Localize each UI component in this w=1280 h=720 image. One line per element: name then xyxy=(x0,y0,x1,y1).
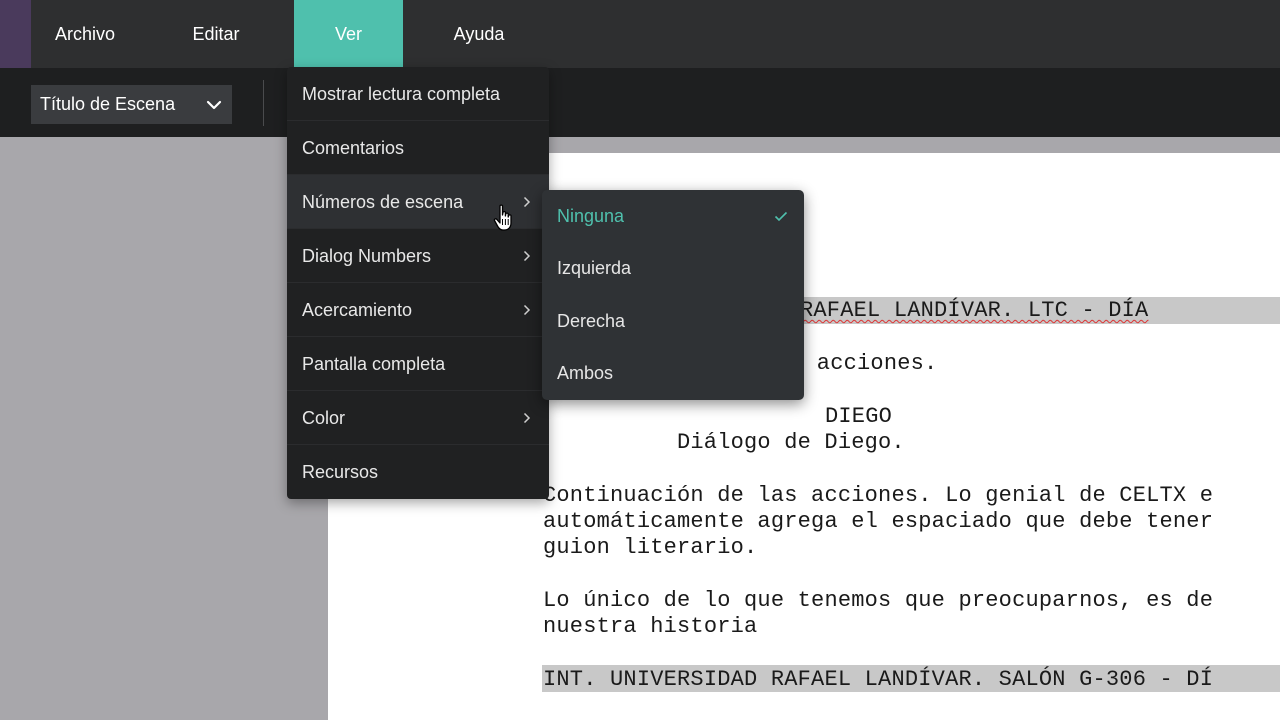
scene-heading[interactable]: INT. UNIVERSIDAD RAFAEL LANDÍVAR. SALÓN … xyxy=(543,667,1213,692)
dialogue-line[interactable]: Diálogo de Diego. xyxy=(677,430,905,455)
menu-item-color[interactable]: Color xyxy=(287,391,549,445)
action-line[interactable]: guion literario. xyxy=(543,535,757,560)
menu-item-pantalla-completa[interactable]: Pantalla completa xyxy=(287,337,549,391)
element-type-value: Título de Escena xyxy=(40,94,176,114)
action-line[interactable]: nuestra historia xyxy=(543,614,757,639)
menu-editar[interactable]: Editar xyxy=(162,0,270,68)
menu-item-mostrar-lectura[interactable]: Mostrar lectura completa xyxy=(287,67,549,121)
menu-item-label: Mostrar lectura completa xyxy=(302,84,501,104)
scene-heading-text: RAFAEL LANDÍVAR. LTC - DÍA xyxy=(800,298,1149,323)
action-line[interactable]: automáticamente agrega el espaciado que … xyxy=(543,509,1213,534)
submenu-item-label: Ambos xyxy=(557,363,614,383)
menu-ver[interactable]: Ver xyxy=(294,0,403,68)
chevron-right-icon xyxy=(523,391,531,445)
menu-item-recursos[interactable]: Recursos xyxy=(287,445,549,499)
chevron-right-icon xyxy=(523,229,531,283)
submenu-item-label: Ninguna xyxy=(557,206,625,226)
submenu-item-ninguna[interactable]: Ninguna xyxy=(542,190,804,242)
menu-item-label: Color xyxy=(302,408,346,428)
chevron-down-icon xyxy=(206,85,222,124)
menu-item-label: Dialog Numbers xyxy=(302,246,432,266)
menu-item-label: Recursos xyxy=(302,462,379,482)
action-line[interactable]: Continuación de las acciones. Lo genial … xyxy=(543,483,1213,508)
menu-bar: Archivo Editar Ver Ayuda xyxy=(0,0,1280,68)
checkmark-icon xyxy=(774,190,788,242)
submenu-item-izquierda[interactable]: Izquierda xyxy=(542,242,804,294)
scene-heading[interactable]: RAFAEL LANDÍVAR. LTC - DÍA xyxy=(800,298,1148,323)
app-accent-strip xyxy=(0,0,31,68)
submenu-item-label: Izquierda xyxy=(557,258,632,278)
menu-item-label: Acercamiento xyxy=(302,300,413,320)
hand-pointer-cursor-icon xyxy=(493,204,515,237)
menu-item-dialog-numbers[interactable]: Dialog Numbers xyxy=(287,229,549,283)
menu-item-comentarios[interactable]: Comentarios xyxy=(287,121,549,175)
submenu-item-derecha[interactable]: Derecha xyxy=(542,295,804,347)
toolbar-divider xyxy=(263,80,264,126)
submenu-item-ambos[interactable]: Ambos xyxy=(542,347,804,399)
menu-ayuda[interactable]: Ayuda xyxy=(425,0,533,68)
menu-item-acercamiento[interactable]: Acercamiento xyxy=(287,283,549,337)
character-name[interactable]: DIEGO xyxy=(825,404,892,429)
menu-item-label: Pantalla completa xyxy=(302,354,446,374)
chevron-right-icon xyxy=(523,283,531,337)
action-line[interactable]: s acciones. xyxy=(790,351,937,376)
chevron-right-icon xyxy=(523,175,531,229)
scene-numbers-submenu: Ninguna Izquierda Derecha Ambos xyxy=(542,190,804,400)
view-menu-dropdown: Mostrar lectura completa Comentarios Núm… xyxy=(287,67,549,499)
menu-item-label: Números de escena xyxy=(302,192,464,212)
menu-archivo[interactable]: Archivo xyxy=(31,0,139,68)
element-type-select[interactable]: Título de Escena xyxy=(31,85,232,124)
menu-item-label: Comentarios xyxy=(302,138,405,158)
action-line[interactable]: Lo único de lo que tenemos que preocupar… xyxy=(543,588,1213,613)
submenu-item-label: Derecha xyxy=(557,311,626,331)
toolbar: Título de Escena xyxy=(0,68,1280,137)
